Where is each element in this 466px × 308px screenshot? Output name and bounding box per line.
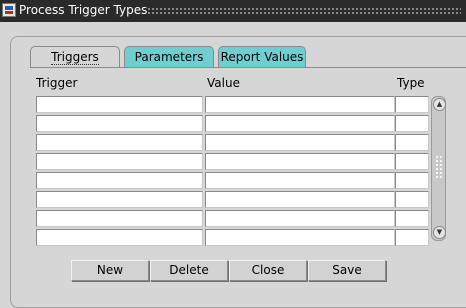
type-field[interactable] <box>395 134 429 151</box>
trigger-field[interactable] <box>36 191 203 208</box>
trigger-field[interactable] <box>36 134 203 151</box>
type-field[interactable] <box>395 191 429 208</box>
value-field[interactable] <box>205 210 395 227</box>
column-header-type: Type <box>397 76 425 90</box>
type-field[interactable] <box>395 210 429 227</box>
scroll-up-icon[interactable]: ▲ <box>433 98 446 111</box>
trigger-field[interactable] <box>36 153 203 170</box>
tab-label: Triggers <box>51 50 99 65</box>
scroll-grip[interactable] <box>435 155 442 179</box>
type-field[interactable] <box>395 229 429 246</box>
trigger-field[interactable] <box>36 210 203 227</box>
delete-button[interactable]: Delete <box>150 260 228 281</box>
tab-label: Report Values <box>220 50 304 64</box>
value-field[interactable] <box>205 153 395 170</box>
column-header-value: Value <box>207 76 240 90</box>
trigger-field[interactable] <box>36 172 203 189</box>
trigger-field[interactable] <box>36 96 203 113</box>
new-button[interactable]: New <box>71 260 149 281</box>
type-field[interactable] <box>395 172 429 189</box>
title-bar-grip <box>147 7 461 15</box>
tab-report-values[interactable]: Report Values <box>218 46 306 68</box>
tab-triggers[interactable]: Triggers <box>30 46 120 68</box>
app-icon[interactable] <box>2 3 16 17</box>
column-header-trigger: Trigger <box>36 76 78 90</box>
type-field[interactable] <box>395 115 429 132</box>
trigger-field[interactable] <box>36 229 203 246</box>
value-field[interactable] <box>205 172 395 189</box>
title-bar[interactable]: Process Trigger Types <box>0 0 466 22</box>
type-field[interactable] <box>395 96 429 113</box>
close-button[interactable]: Close <box>229 260 307 281</box>
trigger-field[interactable] <box>36 115 203 132</box>
vertical-scrollbar[interactable]: ▲ ▼ <box>431 96 446 241</box>
value-field[interactable] <box>205 96 395 113</box>
tab-parameters[interactable]: Parameters <box>124 46 214 68</box>
window-title: Process Trigger Types <box>19 3 148 17</box>
value-field[interactable] <box>205 115 395 132</box>
tab-label: Parameters <box>134 50 204 64</box>
scroll-down-icon[interactable]: ▼ <box>433 226 446 239</box>
value-field[interactable] <box>205 191 395 208</box>
type-field[interactable] <box>395 153 429 170</box>
tab-separator <box>30 67 466 68</box>
value-field[interactable] <box>205 134 395 151</box>
value-field[interactable] <box>205 229 395 246</box>
save-button[interactable]: Save <box>308 260 386 281</box>
